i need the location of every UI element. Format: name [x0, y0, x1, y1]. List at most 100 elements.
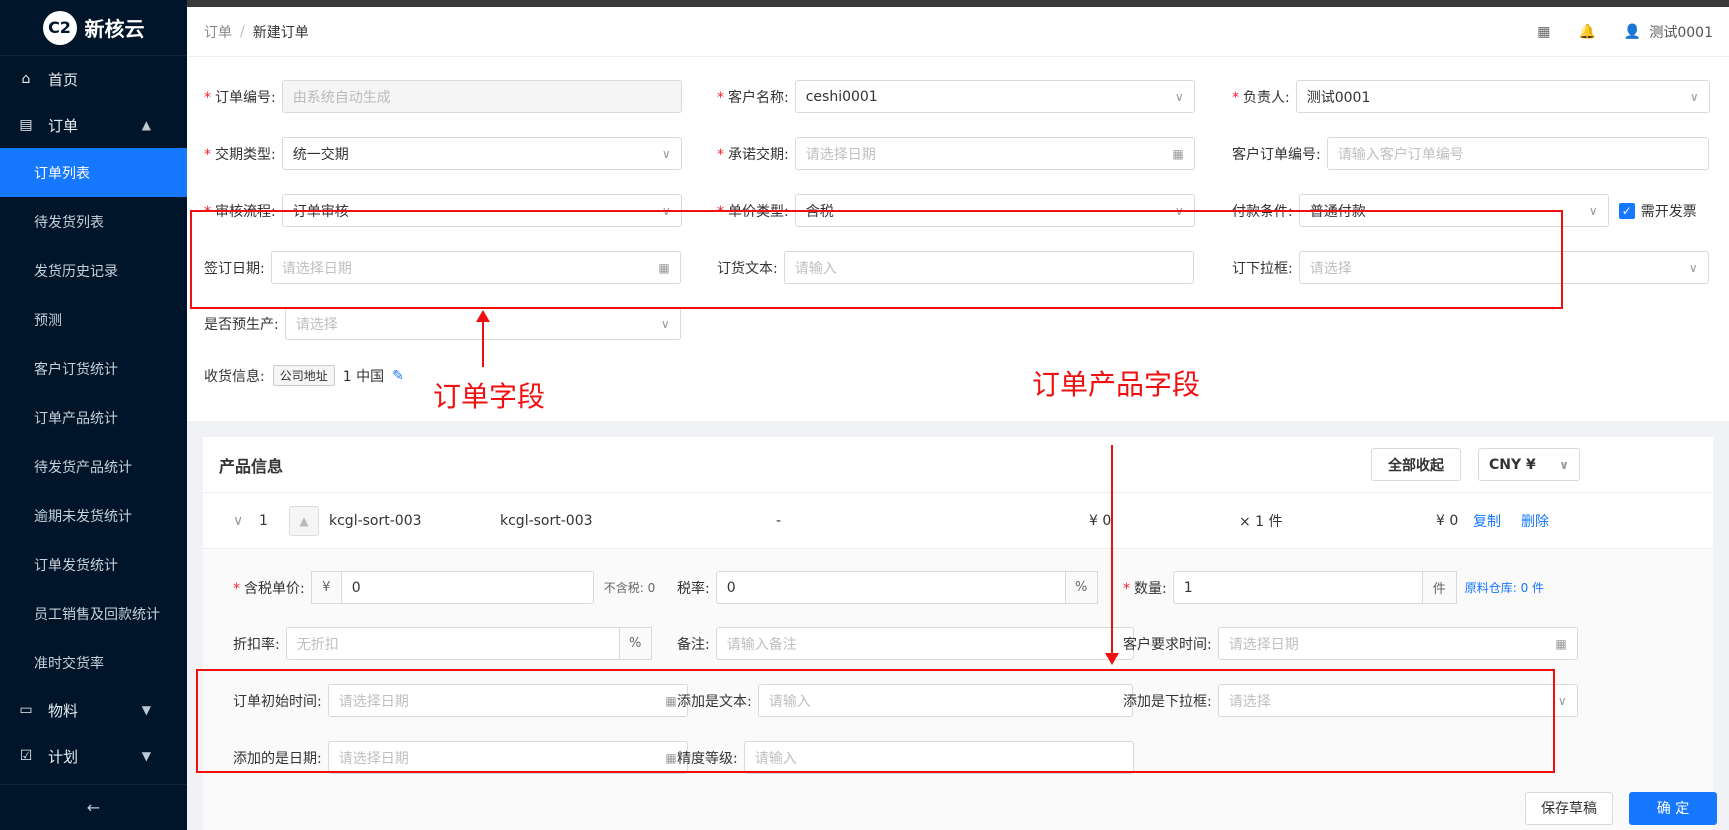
product-detail: * 含税单价: ¥ 0 不含税: 0 税率: 0 % * 数量: 1 件 原料仓库:…: [196, 549, 1713, 830]
user-menu[interactable]: 👤 测试0001: [1624, 22, 1713, 42]
sidebar-item-plan[interactable]: ☑ 计划 ▼: [0, 733, 187, 779]
product-name: kcgl-sort-003: [500, 512, 593, 529]
chevron-down-icon: ∨: [1174, 89, 1184, 104]
logo-mark: C2: [42, 10, 77, 45]
promised-date-picker[interactable]: 请选择日期 ▦: [794, 137, 1195, 170]
delivery-type-select[interactable]: 统一交期 ∨: [281, 137, 682, 170]
copy-link[interactable]: 复制: [1473, 511, 1501, 531]
product-amount: ¥ 0: [1436, 512, 1459, 529]
sidebar-subitem[interactable]: 订单产品统计: [0, 393, 187, 442]
bell-icon[interactable]: 🔔: [1578, 24, 1595, 40]
order-no-label: * 订单编号:: [204, 89, 276, 106]
product-code: kcgl-sort-003: [329, 512, 422, 529]
currency-value: CNY ¥: [1489, 456, 1536, 473]
percent-suffix: %: [619, 627, 652, 660]
percent-suffix: %: [1065, 571, 1098, 604]
product-index: 1: [259, 512, 268, 529]
logo-text: 新核云: [84, 17, 145, 41]
discount-label: 折扣率:: [233, 636, 280, 653]
tax-rate-label: 税率:: [677, 580, 710, 597]
delete-link[interactable]: 删除: [1521, 511, 1549, 531]
customer-time-field: 客户要求时间: 请选择日期 ▦: [1123, 627, 1578, 660]
shipping-value: 1 中国: [342, 368, 385, 385]
unit-price-label: * 含税单价:: [233, 580, 305, 597]
logo: C2 新核云: [0, 0, 187, 56]
chevron-up-icon: ▲: [141, 118, 151, 132]
sidebar-subitem[interactable]: 逾期未发货统计: [0, 491, 187, 540]
sidebar-subitem[interactable]: 准时交货率: [0, 638, 187, 687]
sidebar-subitem[interactable]: 待发货列表: [0, 197, 187, 246]
remark-field: 备注: 请输入备注: [677, 627, 1134, 660]
customer-order-no-label: 客户订单编号:: [1232, 146, 1321, 163]
order-fields-arrow: [482, 317, 484, 367]
box-icon: ▭: [19, 702, 33, 718]
product-qty: × 1 件: [1239, 513, 1283, 530]
sidebar-item-label: 订单: [48, 116, 79, 135]
product-panel-header: 产品信息 全部收起 CNY ¥ ∨: [203, 437, 1713, 493]
currency-prefix: ¥: [310, 571, 341, 604]
order-fields-highlight: [190, 210, 1563, 309]
discount-input[interactable]: 无折扣: [285, 627, 620, 660]
product-panel-title: 产品信息: [219, 456, 284, 476]
unit-price-input[interactable]: 0: [340, 571, 594, 604]
user-icon: 👤: [1623, 24, 1642, 40]
sidebar-subitem[interactable]: 待发货产品统计: [0, 442, 187, 491]
preproduce-field: 是否预生产: 请选择 ∨: [204, 307, 681, 340]
sidebar: C2 新核云 ⌂ 首页 ▤ 订单 ▲ 订单列表 待发货列表 发货历史记录 预测 客户订货…: [0, 0, 187, 830]
breadcrumb-separator: /: [240, 23, 245, 40]
breadcrumb-current: 新建订单: [252, 24, 309, 41]
invoice-checkbox[interactable]: ✓: [1618, 202, 1635, 219]
order-no-input: 由系统自动生成: [281, 80, 682, 113]
sidebar-subitem[interactable]: 订单列表: [0, 148, 187, 197]
delivery-type-field: * 交期类型: 统一交期 ∨: [204, 137, 682, 170]
chevron-down-icon: ∨: [661, 146, 671, 161]
user-name: 测试0001: [1649, 25, 1713, 41]
currency-select[interactable]: CNY ¥ ∨: [1478, 448, 1580, 481]
customer-order-no-input[interactable]: 请输入客户订单编号: [1326, 137, 1709, 170]
promised-date-label: * 承诺交期:: [717, 146, 789, 163]
discount-field: 折扣率: 无折扣 %: [233, 627, 652, 660]
breadcrumb-root[interactable]: 订单: [204, 22, 232, 42]
owner-select[interactable]: 测试0001 ∨: [1295, 80, 1710, 113]
collapse-sidebar-button[interactable]: ←: [0, 784, 187, 830]
remark-input[interactable]: 请输入备注: [715, 627, 1134, 660]
sidebar-subitem[interactable]: 客户订货统计: [0, 344, 187, 393]
checklist-icon: ☑: [19, 748, 33, 764]
sidebar-subitem[interactable]: 发货历史记录: [0, 246, 187, 295]
calendar-icon: ▦: [1172, 146, 1184, 161]
customer-time-picker[interactable]: 请选择日期 ▦: [1217, 627, 1578, 660]
edit-icon[interactable]: ✎: [392, 368, 404, 384]
qty-unit: 件: [1422, 571, 1457, 604]
sidebar-item-order[interactable]: ▤ 订单 ▲: [0, 102, 187, 148]
image-placeholder-icon: ▲: [289, 505, 319, 536]
chevron-down-icon: ∨: [1557, 693, 1567, 708]
confirm-button[interactable]: 确 定: [1629, 791, 1717, 825]
save-draft-button[interactable]: 保存草稿: [1525, 791, 1613, 825]
chevron-down-icon: ∨: [660, 316, 670, 331]
customer-select[interactable]: ceshi0001 ∨: [794, 80, 1195, 113]
sidebar-item-home[interactable]: ⌂ 首页: [0, 56, 187, 102]
sidebar-subitem[interactable]: 订单发货统计: [0, 540, 187, 589]
collapse-all-button[interactable]: 全部收起: [1371, 448, 1461, 481]
delivery-type-label: * 交期类型:: [204, 146, 276, 163]
home-icon: ⌂: [21, 71, 31, 87]
sidebar-subitem[interactable]: 预测: [0, 295, 187, 344]
customer-order-no-field: 客户订单编号: 请输入客户订单编号: [1232, 137, 1709, 170]
qrcode-icon[interactable]: ▦: [1537, 24, 1550, 40]
sidebar-item-material[interactable]: ▭ 物料 ▼: [0, 687, 187, 733]
tax-rate-field: 税率: 0 %: [677, 571, 1098, 604]
tax-rate-input[interactable]: 0: [715, 571, 1066, 604]
order-fields-annotation: 订单字段: [433, 380, 546, 413]
warehouse-link[interactable]: 原料仓库: 0 件: [1465, 579, 1544, 596]
shipping-label: 收货信息:: [204, 368, 265, 385]
main-content: * 订单编号: 由系统自动生成 * 客户名称: ceshi0001 ∨ * 负责人: 测…: [187, 57, 1729, 830]
customer-field: * 客户名称: ceshi0001 ∨: [717, 80, 1195, 113]
sidebar-subitem[interactable]: 员工销售及回款统计: [0, 589, 187, 638]
customer-time-label: 客户要求时间:: [1123, 636, 1212, 653]
sidebar-item-label: 首页: [48, 70, 79, 89]
footer-actions: 保存草稿 确 定: [1525, 786, 1729, 830]
arrow-left-icon: ←: [86, 798, 101, 817]
chevron-down-icon: ▼: [141, 749, 151, 763]
qty-input[interactable]: 1: [1172, 571, 1423, 604]
chevron-down-icon[interactable]: ∨: [233, 513, 243, 529]
